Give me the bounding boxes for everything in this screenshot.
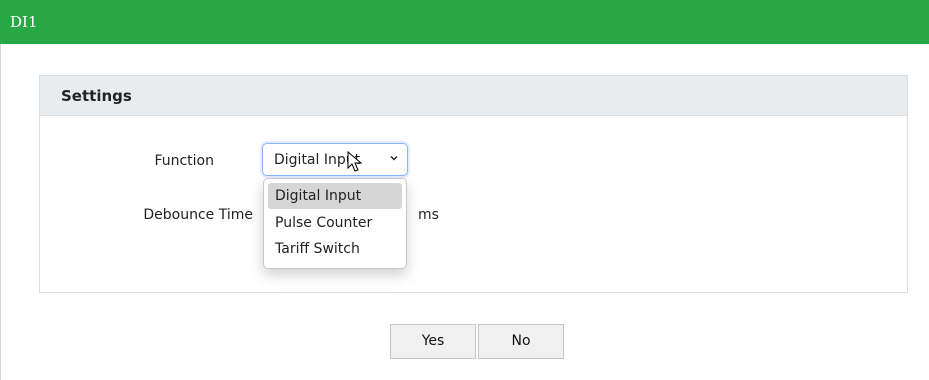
debounce-unit-label: ms [418, 207, 439, 223]
yes-button[interactable]: Yes [390, 324, 476, 359]
function-label: Function [154, 153, 214, 169]
no-button[interactable]: No [478, 324, 564, 359]
debounce-time-label: Debounce Time [143, 207, 253, 223]
option-pulse-counter[interactable]: Pulse Counter [268, 210, 402, 236]
mouse-cursor-icon [347, 151, 363, 172]
dialog-header: DI1 [0, 0, 929, 44]
function-dropdown-list: Digital Input Pulse Counter Tariff Switc… [263, 178, 407, 269]
settings-panel-header: Settings [40, 76, 907, 116]
function-select[interactable]: Digital Input [262, 143, 408, 176]
settings-heading: Settings [61, 87, 132, 105]
settings-panel: Settings [39, 75, 908, 293]
dialog-title: DI1 [10, 13, 38, 31]
dialog-content: Settings Function Digital Input Digital … [0, 44, 929, 380]
option-digital-input[interactable]: Digital Input [268, 183, 402, 209]
option-tariff-switch[interactable]: Tariff Switch [268, 236, 402, 262]
chevron-down-icon [390, 156, 398, 161]
